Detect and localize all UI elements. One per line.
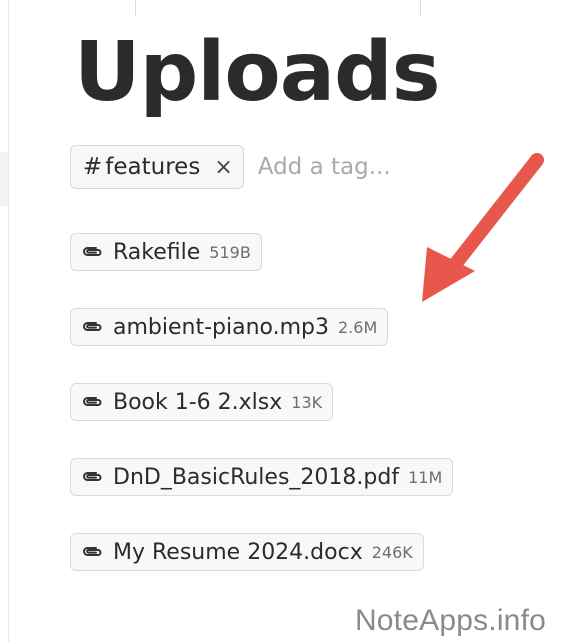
tag-chip-features[interactable]: # features × <box>70 145 244 189</box>
attachment-name: My Resume 2024.docx <box>113 539 363 565</box>
paperclip-icon <box>81 544 105 560</box>
left-gutter <box>0 152 8 206</box>
attachment-name: Book 1-6 2.xlsx <box>113 389 283 415</box>
paperclip-icon <box>81 394 105 410</box>
toolbar-separator <box>420 0 421 16</box>
attachment-size: 11M <box>408 467 443 487</box>
toolbar-separator <box>135 0 136 16</box>
add-tag-input[interactable] <box>257 154 418 180</box>
tag-bar: # features × <box>70 145 418 189</box>
paperclip-icon <box>81 469 105 485</box>
watermark: NoteApps.info <box>354 604 546 637</box>
attachment-name: ambient-piano.mp3 <box>113 314 329 340</box>
attachment-name: DnD_BasicRules_2018.pdf <box>113 464 400 490</box>
attachment-size: 2.6M <box>338 317 378 337</box>
attachment-size: 246K <box>371 542 413 562</box>
attachment-size: 13K <box>291 392 323 412</box>
attachment-dnd-pdf[interactable]: DnD_BasicRules_2018.pdf 11M <box>70 458 454 496</box>
left-divider <box>8 0 9 642</box>
page-title: Uploads <box>74 25 441 120</box>
close-icon[interactable]: × <box>214 155 232 180</box>
attachment-book-xlsx[interactable]: Book 1-6 2.xlsx 13K <box>70 383 334 421</box>
attachment-rakefile[interactable]: Rakefile 519B <box>70 233 262 271</box>
paperclip-icon <box>81 319 105 335</box>
attachment-ambient-piano[interactable]: ambient-piano.mp3 2.6M <box>70 308 389 346</box>
tag-label: features <box>105 154 201 180</box>
hash-icon: # <box>83 154 103 180</box>
attachment-resume-docx[interactable]: My Resume 2024.docx 246K <box>70 533 424 571</box>
paperclip-icon <box>81 244 105 260</box>
attachment-name: Rakefile <box>113 239 201 265</box>
attachment-size: 519B <box>209 242 251 262</box>
